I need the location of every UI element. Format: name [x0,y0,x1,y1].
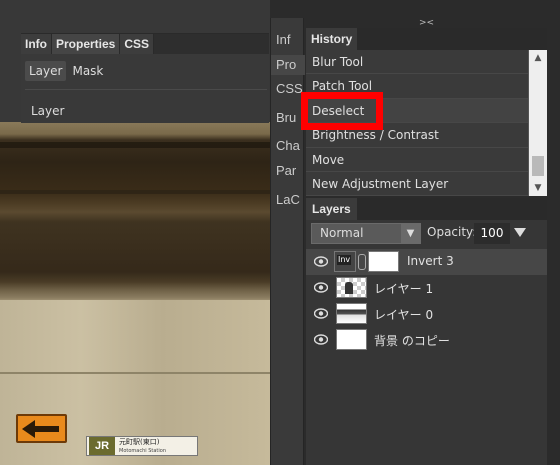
station-name-jp: 元町駅(東口) [119,437,160,446]
layers-toolbar: Normal ▼ Opacity: 100 % [306,220,547,261]
history-item[interactable]: New Adjustment Layer [306,172,528,197]
invert-label: Inv [337,255,352,265]
layer-row[interactable]: レイヤー 1 [306,275,547,301]
layer-row[interactable]: レイヤー 0 [306,301,547,327]
tab-history[interactable]: History [306,28,359,50]
layer-name: Invert 3 [407,254,454,268]
layer-name: レイヤー 0 [374,308,434,322]
layer-thumbnail [336,329,367,350]
visibility-eye-icon[interactable] [314,256,328,267]
scroll-up-icon[interactable]: ▲ [529,50,547,66]
jr-logo: JR [89,437,115,455]
visibility-eye-icon[interactable] [314,308,328,319]
collapsed-panel-column: Inf Pro CSS Bru Cha Par LaC [270,18,305,465]
opacity-label: Opacity: [427,225,477,239]
properties-subtabs: Layer Mask [25,61,269,81]
visibility-eye-icon[interactable] [314,282,328,293]
history-item[interactable]: Move [306,148,528,172]
visibility-eye-icon[interactable] [314,334,328,345]
mini-tab-info[interactable]: Inf [271,30,305,50]
tab-info[interactable]: Info [21,34,52,54]
mini-tab-brush[interactable]: Bru [271,108,305,128]
station-name-en: Motomachi Station [119,447,166,454]
tab-layers[interactable]: Layers [306,198,358,220]
dock-edge [547,18,560,465]
opacity-input[interactable]: 100 % [474,223,510,261]
mask-thumbnail [368,251,399,272]
history-tabbar: History [306,28,547,50]
expand-dock-button[interactable]: >< [306,18,547,28]
photo-line [0,372,270,374]
layer-row[interactable]: 背景 のコピー [306,327,547,353]
mini-tab-layer-comps[interactable]: LaC [271,190,305,210]
tab-properties[interactable]: Properties [52,34,121,54]
mini-tab-channels[interactable]: Cha [271,136,305,156]
station-sign: JR 元町駅(東口) Motomachi Station [86,436,198,456]
arrow-shaft [33,426,59,432]
photo-beam [0,190,270,194]
layers-tabbar: Layers [306,198,547,220]
layer-name: レイヤー 1 [374,282,434,296]
subtab-layer[interactable]: Layer [25,61,67,81]
scroll-down-icon[interactable]: ▼ [529,180,547,196]
mini-tab-css[interactable]: CSS [271,79,305,99]
history-item[interactable]: Blur Tool [306,50,528,75]
chevron-down-icon: ▼ [401,224,420,243]
mini-tab-paragraph[interactable]: Par [271,161,305,181]
adjustment-thumbnail: Inv [334,251,356,272]
photo-beam [0,142,270,148]
layer-thumbnail [336,303,367,324]
scroll-thumb[interactable] [532,156,544,176]
link-chain-icon [358,254,366,270]
mini-tab-properties[interactable]: Pro [271,55,305,75]
layer-row[interactable]: Inv Invert 3 [306,249,547,275]
properties-layer-label: Layer [31,104,65,118]
layer-thumbnail [336,277,367,298]
subtab-mask[interactable]: Mask [68,61,107,81]
properties-panel: Info Properties CSS Layer Mask Layer [21,33,269,123]
figure-icon [345,282,353,294]
layer-name: 背景 のコピー [374,334,450,348]
divider [25,89,267,90]
opacity-dropdown-icon[interactable] [514,228,526,237]
highlight-box [301,92,383,130]
blend-mode-value: Normal [320,226,364,240]
blend-mode-select[interactable]: Normal ▼ [311,223,421,244]
tab-css[interactable]: CSS [120,34,155,54]
arrow-sign [16,414,67,443]
history-scrollbar[interactable]: ▲ ▼ [528,50,547,196]
layers-panel: Layers Normal ▼ Opacity: 100 % Inv Inver… [306,198,547,465]
properties-tabbar: Info Properties CSS [21,34,269,54]
station-name: 元町駅(東口) Motomachi Station [119,438,166,455]
